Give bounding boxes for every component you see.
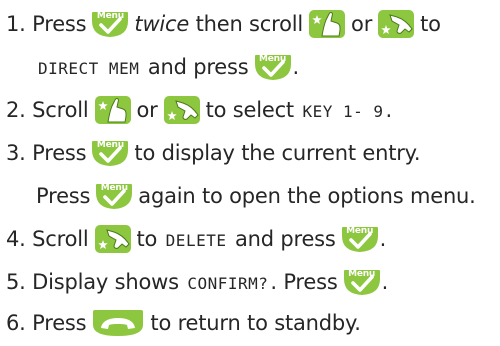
step-text: Press (36, 184, 91, 208)
step-text: to return to standby. (150, 311, 361, 335)
step-text: Display shows (32, 270, 179, 294)
step-text: and press (234, 227, 336, 251)
display-text: CONFIRM? (187, 273, 269, 293)
step-number: 3. (6, 141, 26, 165)
step-text: . (292, 55, 300, 79)
step-4: 4. Scroll to DELETE and press Menu . (6, 216, 386, 262)
step-5: 5. Display shows CONFIRM? . Press Menu . (6, 259, 388, 305)
scroll-down-key-icon (163, 95, 201, 125)
step-1-continued: DIRECT MEM and press Menu . (36, 44, 299, 90)
step-text: or (136, 98, 158, 122)
step-text: to (136, 227, 158, 251)
display-text: KEY 1- 9 (302, 101, 384, 121)
step-3: 3. Press Menu to display the current ent… (6, 130, 421, 176)
step-number: 4. (6, 227, 26, 251)
step-text: Press (32, 12, 87, 36)
step-number: 6. (6, 311, 26, 335)
step-number: 2. (6, 98, 26, 122)
step-3-continued: Press Menu again to open the options men… (36, 173, 476, 219)
step-1: 1. Press Menu twice then scroll or to (6, 1, 441, 47)
scroll-down-key-icon (377, 9, 415, 39)
step-text: then scroll (195, 12, 304, 36)
step-text: . (381, 270, 389, 294)
menu-ok-key-icon: Menu (91, 11, 129, 38)
menu-ok-key-icon: Menu (95, 183, 133, 210)
step-text: to display the current entry. (134, 141, 421, 165)
step-text: . (379, 227, 387, 251)
step-text: Scroll (32, 227, 89, 251)
menu-ok-key-icon: Menu (91, 140, 129, 167)
end-call-key-icon (92, 309, 144, 337)
menu-ok-key-icon: Menu (341, 226, 379, 253)
step-2: 2. Scroll or to select KEY 1- 9 . (6, 87, 392, 133)
step-text: . Press (270, 270, 338, 294)
step-text: or (351, 12, 373, 36)
step-number: 5. (6, 270, 26, 294)
scroll-down-key-icon (94, 224, 132, 254)
step-text: to (420, 12, 441, 36)
step-text: Scroll (32, 98, 89, 122)
step-text: Press (32, 141, 87, 165)
menu-ok-key-icon: Menu (254, 54, 292, 81)
step-text: and press (147, 55, 249, 79)
step-text: again to open the options menu. (138, 184, 476, 208)
step-6: 6. Press to return to standby. (6, 300, 361, 346)
menu-ok-key-icon: Menu (343, 269, 381, 296)
display-text: DIRECT MEM (38, 58, 140, 78)
scroll-up-key-icon (94, 95, 132, 125)
step-text: to select (205, 98, 295, 122)
scroll-up-key-icon (308, 9, 346, 39)
step-number: 1. (6, 12, 26, 36)
display-text: DELETE (165, 230, 227, 250)
step-text: Press (32, 311, 87, 335)
emphasis-text: twice (134, 12, 190, 36)
step-text: . (385, 98, 393, 122)
